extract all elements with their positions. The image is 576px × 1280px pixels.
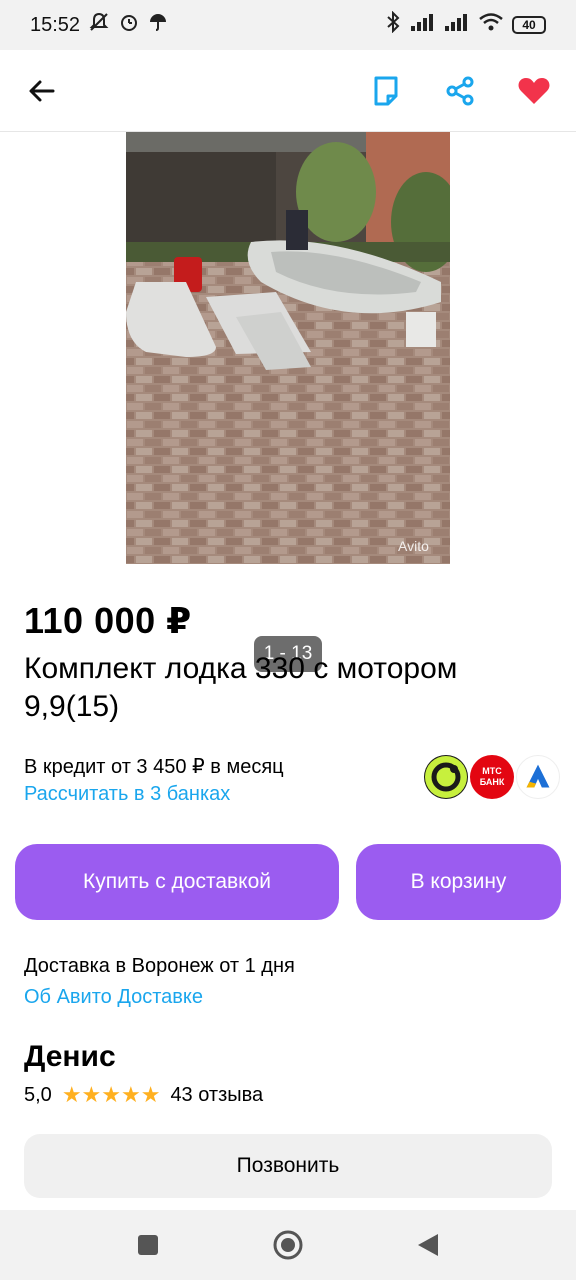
seller-rating[interactable]: 5,0 ★★★★★ 43 отзыва	[24, 1082, 263, 1108]
square-icon	[138, 1235, 158, 1255]
favorite-button[interactable]	[514, 71, 554, 111]
status-bar: 15:52 40	[0, 0, 576, 50]
buy-with-delivery-button[interactable]: Купить с доставкой	[15, 844, 339, 920]
bank-logos[interactable]: МТС БАНК	[424, 755, 560, 799]
listing-price: 110 000 ₽	[24, 600, 192, 641]
circle-icon	[273, 1230, 303, 1260]
delivery-info: Доставка в Воронеж от 1 дня	[24, 955, 295, 977]
triangle-back-icon	[418, 1234, 438, 1256]
bank-logo-mts-label: МТС БАНК	[479, 766, 505, 787]
status-time: 15:52	[30, 13, 81, 36]
bank-logo-mts: МТС БАНК	[470, 755, 514, 799]
arrow-left-icon	[29, 80, 55, 101]
seller-name[interactable]: Денис	[24, 1040, 116, 1074]
back-nav-button[interactable]	[408, 1225, 448, 1265]
note-button[interactable]	[366, 71, 406, 111]
umbrella-icon	[148, 12, 168, 38]
app-bar	[0, 50, 576, 132]
rating-value: 5,0	[24, 1083, 52, 1106]
heart-icon	[518, 77, 550, 104]
status-right: 40	[384, 10, 546, 39]
recent-apps-button[interactable]	[128, 1225, 168, 1265]
listing-photo[interactable]	[126, 132, 450, 564]
share-icon	[446, 76, 474, 105]
credit-info: В кредит от 3 450 ₽ в месяц	[24, 756, 284, 778]
battery-icon: 40	[512, 16, 546, 34]
call-button[interactable]: Позвонить	[24, 1134, 552, 1198]
status-left: 15:52	[30, 11, 168, 39]
wifi-icon	[478, 12, 504, 38]
alarm-icon	[118, 11, 140, 39]
system-nav-bar	[0, 1210, 576, 1280]
delivery-about-link[interactable]: Об Авито Доставке	[24, 986, 203, 1009]
share-button[interactable]	[440, 71, 480, 111]
notifications-off-icon	[88, 11, 110, 39]
photo-gallery[interactable]: 1 - 13	[0, 132, 576, 672]
home-button[interactable]	[268, 1225, 308, 1265]
app-bar-actions	[366, 71, 554, 111]
boat-photo-illustration	[126, 132, 450, 564]
listing-title: Комплект лодка 330 с мотором 9,9(15)	[24, 652, 458, 723]
bank-logo-3	[516, 755, 560, 799]
bank-logo-1	[424, 755, 468, 799]
bluetooth-icon	[384, 10, 402, 39]
signal-icon	[410, 12, 436, 38]
avito-watermark: Avito	[398, 538, 429, 554]
credit-calculate-link[interactable]: Рассчитать в 3 банках	[24, 783, 230, 806]
reviews-count: 43 отзыва	[170, 1083, 264, 1106]
note-icon	[374, 76, 398, 105]
rating-stars: ★★★★★	[61, 1082, 161, 1107]
signal-icon-2	[444, 12, 470, 38]
back-button[interactable]	[22, 71, 62, 111]
add-to-cart-button[interactable]: В корзину	[356, 844, 561, 920]
